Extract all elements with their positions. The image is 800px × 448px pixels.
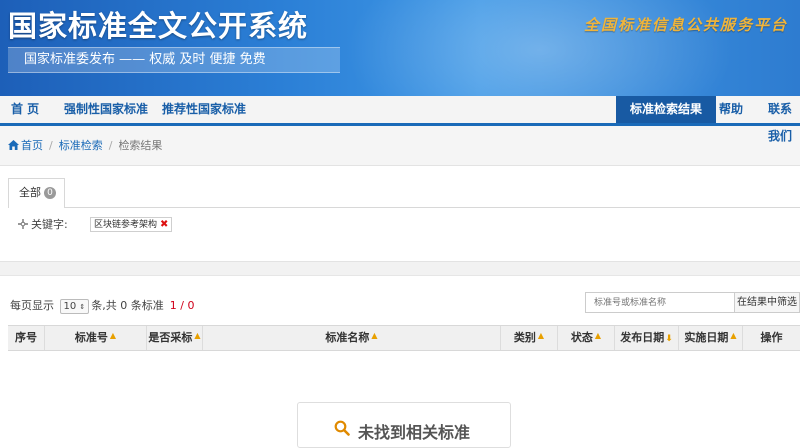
sort-caret-icon: ▲ <box>194 331 201 340</box>
sort-caret-icon: ▲ <box>730 331 737 340</box>
col-index-label: 序号 <box>15 331 37 344</box>
sort-desc-icon: ⬇ <box>665 334 673 344</box>
col-index: 序号 <box>8 326 44 350</box>
pagination-summary: 每页显示 10 ⇕ 条,共 0 条标准 1 / 0 <box>10 297 195 314</box>
home-icon <box>8 140 19 150</box>
keyword-tag-text: 区块链参考架构 <box>94 220 158 230</box>
results-table-header: 序号 标准号 ▲ 是否采标 ▲ 标准名称 ▲ 类别 ▲ 状态 ▲ 发布日期⬇ 实施日期 ▲ … <box>8 325 800 351</box>
keyword-row: 关键字: <box>18 216 68 232</box>
tab-all-label: 全部 <box>19 186 41 199</box>
site-subtitle: 国家标准委发布 —— 权威 及时 便捷 免费 <box>8 47 340 73</box>
col-status[interactable]: 状态 ▲ <box>557 326 614 350</box>
crosshair-icon <box>18 219 28 229</box>
col-actions: 操作 <box>742 326 800 350</box>
col-standard-number-label: 标准号 <box>74 331 108 344</box>
col-publish-date-label: 发布日期 <box>620 331 665 344</box>
col-effective-date-label: 实施日期 <box>684 331 729 344</box>
col-standard-name-label: 标准名称 <box>325 331 370 344</box>
results-count: 条,共 0 条标准 <box>91 299 164 312</box>
breadcrumb-separator: / <box>108 139 113 152</box>
site-title: 国家标准全文公开系统 <box>8 9 309 43</box>
col-category-label: 类别 <box>513 331 536 344</box>
keyword-label: 关键字: <box>31 218 68 231</box>
nav-mandatory-standards[interactable]: 强制性国家标准 <box>64 96 148 123</box>
sort-caret-icon: ▲ <box>537 331 545 340</box>
page-indicator: 1 / 0 <box>169 299 195 312</box>
breadcrumb-current: 检索结果 <box>118 139 163 152</box>
site-banner: 国家标准全文公开系统 国家标准委发布 —— 权威 及时 便捷 免费 全国标准信息… <box>0 0 800 96</box>
remove-keyword-icon[interactable]: ✖ <box>160 219 168 230</box>
per-page-label: 每页显示 <box>10 299 54 312</box>
nav-home[interactable]: 首 页 <box>11 96 39 123</box>
breadcrumb: 首页 / 标准检索 / 检索结果 <box>0 126 800 166</box>
col-effective-date[interactable]: 实施日期 ▲ <box>678 326 742 350</box>
breadcrumb-separator: / <box>49 139 53 152</box>
platform-logo-text: 全国标准信息公共服务平台 <box>583 16 788 34</box>
col-status-label: 状态 <box>570 331 593 344</box>
breadcrumb-search[interactable]: 标准检索 <box>59 139 103 152</box>
filter-search-input[interactable] <box>585 292 735 313</box>
nav-contact[interactable]: 联系我们 <box>768 96 800 143</box>
per-page-select[interactable]: 10 ⇕ <box>59 299 90 314</box>
main-nav: 首 页 强制性国家标准 推荐性国家标准 标准检索结果 帮助 联系我们 <box>0 96 800 143</box>
nav-recommended-standards[interactable]: 推荐性国家标准 <box>162 96 246 123</box>
nav-search-results[interactable]: 标准检索结果 <box>616 96 717 123</box>
nav-help[interactable]: 帮助 <box>719 96 743 123</box>
col-standard-name[interactable]: 标准名称 ▲ <box>202 326 500 350</box>
empty-message: 未找到相关标准 <box>358 423 471 442</box>
col-adopted-label: 是否采标 <box>148 331 193 344</box>
empty-state: 未找到相关标准 <box>297 402 511 448</box>
tab-divider <box>8 207 800 208</box>
section-divider <box>0 262 800 276</box>
sort-caret-icon: ▲ <box>594 331 602 340</box>
col-standard-number[interactable]: 标准号 ▲ <box>44 326 146 350</box>
breadcrumb-home[interactable]: 首页 <box>21 139 43 152</box>
col-adopted[interactable]: 是否采标 ▲ <box>146 326 202 350</box>
col-category[interactable]: 类别 ▲ <box>500 326 557 350</box>
col-actions-label: 操作 <box>760 331 783 344</box>
tab-all[interactable]: 全部 0 <box>8 178 65 208</box>
col-publish-date[interactable]: 发布日期⬇ <box>614 326 678 350</box>
filter-panel: 全部 0 关键字: 区块链参考架构 ✖ <box>0 166 800 262</box>
results-toolbar: 每页显示 10 ⇕条,共 0 条标准1 / 0 在结果中筛选 <box>0 276 800 332</box>
sort-caret-icon: ▲ <box>371 331 378 340</box>
sort-caret-icon: ▲ <box>109 331 117 340</box>
keyword-tag[interactable]: 区块链参考架构 ✖ <box>90 217 173 232</box>
tab-count-badge: 0 <box>44 187 56 199</box>
per-page-value: 10 <box>63 301 77 312</box>
search-icon <box>334 420 350 436</box>
filter-in-results-button[interactable]: 在结果中筛选 <box>734 292 800 313</box>
select-arrows-icon: ⇕ <box>79 303 86 311</box>
